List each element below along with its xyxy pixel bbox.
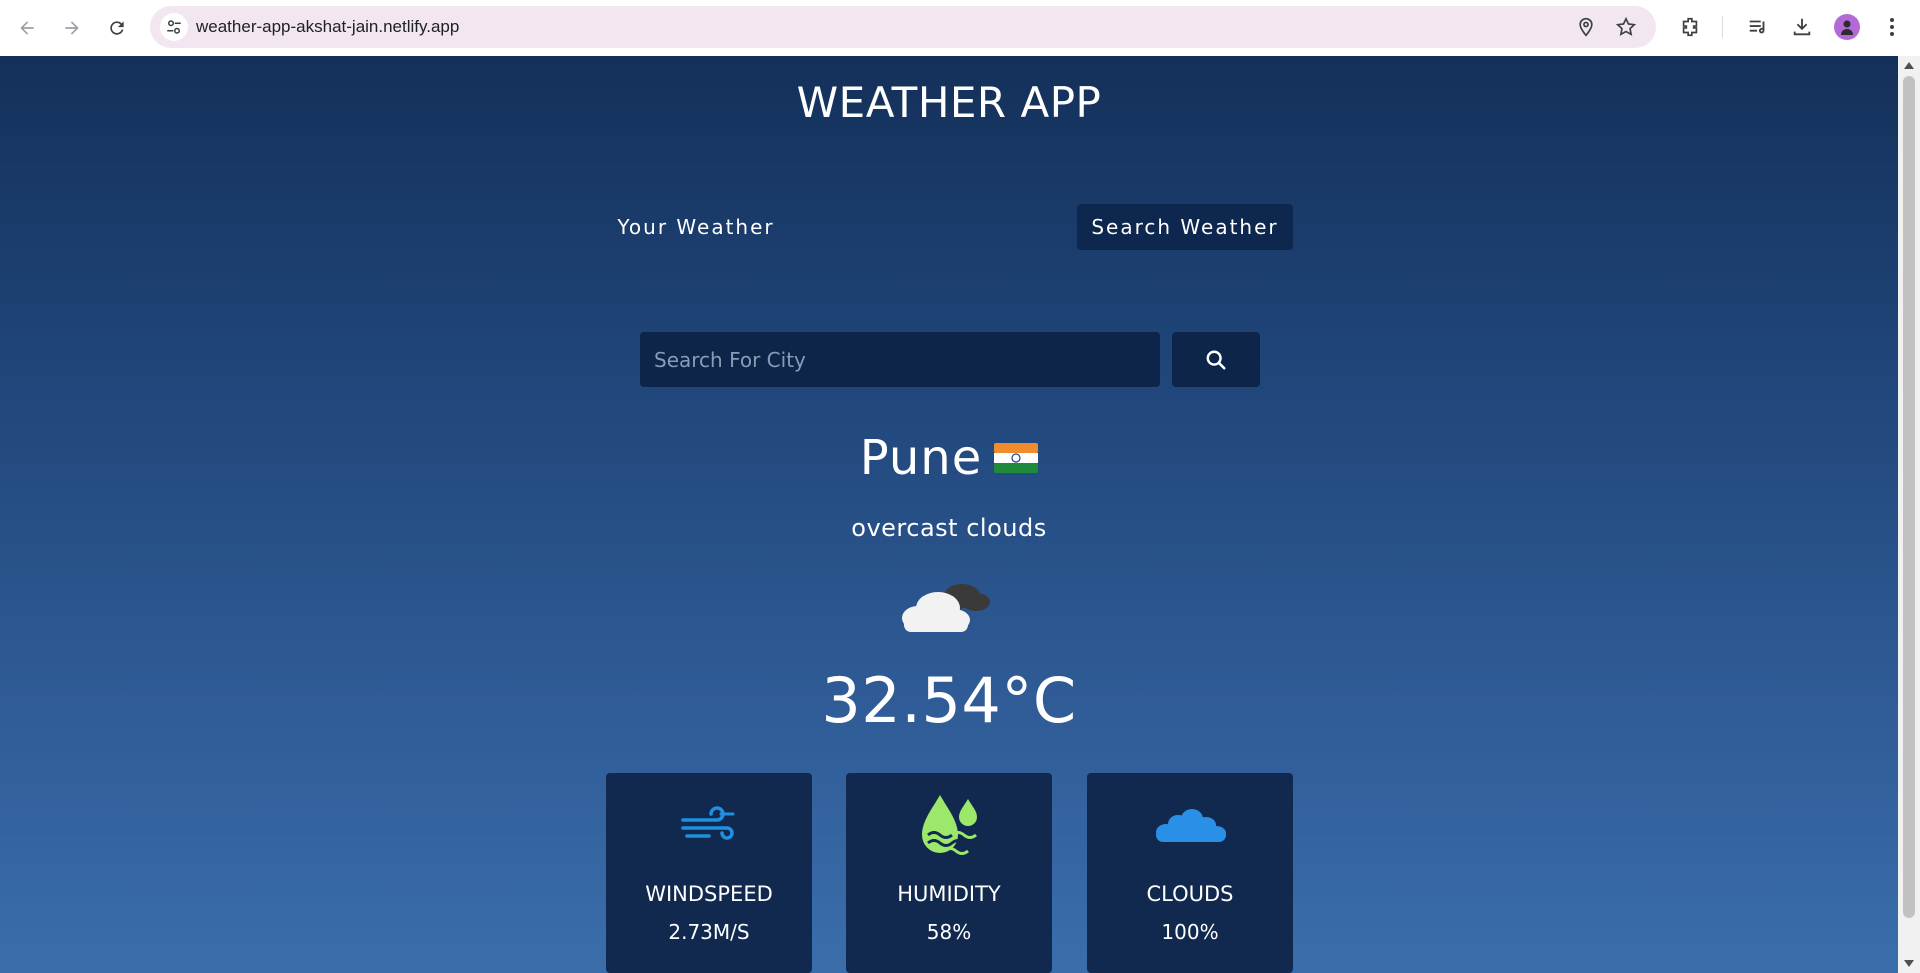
arrow-right-icon (65, 21, 79, 35)
page-scrollbar[interactable] (1898, 56, 1920, 973)
extensions-icon[interactable] (1676, 13, 1704, 41)
cloud-icon (1087, 791, 1293, 861)
humidity-value: 58% (926, 920, 972, 944)
windspeed-value: 2.73M/S (668, 920, 750, 944)
tune-icon (167, 20, 181, 34)
scroll-up-arrow[interactable] (1904, 62, 1914, 69)
site-info-button[interactable] (160, 13, 188, 41)
reload-icon (110, 21, 124, 35)
temperature: 32.54°C (821, 664, 1077, 737)
more-menu-icon[interactable] (1878, 13, 1906, 41)
search-icon (1206, 350, 1226, 370)
arrow-left-icon (20, 21, 34, 35)
search-button[interactable] (1172, 332, 1260, 387)
app-title: WEATHER APP (796, 78, 1102, 127)
humidity-label: HUMIDITY (897, 882, 1001, 906)
city-name: Pune (859, 430, 983, 486)
download-icon[interactable] (1788, 13, 1816, 41)
toolbar-divider (1722, 16, 1723, 38)
clouds-value: 100% (1161, 920, 1219, 944)
wind-icon (606, 791, 812, 861)
india-flag-icon (994, 443, 1039, 473)
overcast-clouds-icon (902, 584, 990, 632)
location-heading: Pune (0, 430, 1898, 486)
forward-button[interactable] (54, 10, 90, 46)
humidity-icon (846, 791, 1052, 861)
tab-your-weather[interactable]: Your Weather (606, 204, 786, 250)
back-button[interactable] (9, 10, 45, 46)
page-viewport: WEATHER APP Your Weather Search Weather … (0, 56, 1898, 973)
reload-button[interactable] (99, 10, 135, 46)
windspeed-card: WINDSPEED 2.73M/S (606, 773, 812, 973)
weather-description: overcast clouds (851, 514, 1047, 542)
user-icon (1841, 20, 1853, 35)
media-controls-icon[interactable] (1744, 13, 1772, 41)
city-search-input[interactable] (640, 332, 1160, 387)
humidity-card: HUMIDITY 58% (846, 773, 1052, 973)
windspeed-label: WINDSPEED (645, 882, 773, 906)
tab-search-weather[interactable]: Search Weather (1077, 204, 1293, 250)
address-bar[interactable]: weather-app-akshat-jain.netlify.app (150, 6, 1656, 48)
location-icon[interactable] (1574, 15, 1598, 39)
scroll-down-arrow[interactable] (1904, 960, 1914, 967)
bookmark-star-icon[interactable] (1614, 15, 1638, 39)
scrollbar-thumb[interactable] (1903, 76, 1915, 918)
profile-avatar[interactable] (1834, 14, 1860, 40)
browser-toolbar: weather-app-akshat-jain.netlify.app (0, 0, 1920, 56)
clouds-label: CLOUDS (1146, 882, 1234, 906)
clouds-card: CLOUDS 100% (1087, 773, 1293, 973)
url-text[interactable]: weather-app-akshat-jain.netlify.app (196, 17, 459, 37)
